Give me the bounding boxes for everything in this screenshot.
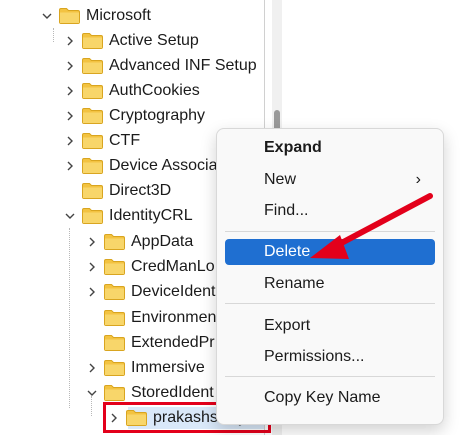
menu-separator	[225, 303, 435, 304]
chevron-right-icon[interactable]	[63, 79, 77, 103]
tree-item-label: Direct3D	[109, 182, 172, 199]
folder-icon	[82, 208, 103, 224]
chevron-right-icon[interactable]	[85, 255, 99, 279]
tree-item-label: AuthCookies	[109, 82, 200, 99]
folder-icon	[82, 108, 103, 124]
tree-item-label: DeviceIdent	[131, 283, 216, 300]
submenu-arrow-icon: ›	[415, 171, 421, 188]
tree-item-authcookies[interactable]: AuthCookies	[63, 79, 200, 103]
tree-item-label: Active Setup	[109, 32, 199, 49]
tree-guide	[69, 228, 70, 408]
tree-item-identitycrl[interactable]: IdentityCRL	[63, 204, 193, 228]
chevron-right-icon[interactable]	[63, 154, 77, 178]
menu-item-copy-key-name[interactable]: Copy Key Name	[225, 385, 435, 411]
chevron-down-icon[interactable]	[85, 381, 99, 405]
tree-item-label: ExtendedPr	[131, 334, 215, 351]
menu-item-label: Delete	[264, 243, 311, 260]
tree-item-immersive[interactable]: Immersive	[85, 356, 205, 380]
tree-guide	[53, 28, 54, 42]
tree-item-extendedproperties[interactable]: ExtendedPr	[85, 331, 215, 355]
menu-item-label: Rename	[264, 275, 325, 292]
folder-icon	[104, 234, 125, 250]
tree-item-advanced-inf-setup[interactable]: Advanced INF Setup	[63, 54, 257, 78]
folder-icon	[104, 284, 125, 300]
tree-item-label: Advanced INF Setup	[109, 57, 257, 74]
folder-icon	[104, 385, 125, 401]
chevron-down-icon[interactable]	[40, 4, 54, 28]
tree-item-label: AppData	[131, 233, 194, 250]
chevron-right-icon[interactable]	[63, 104, 77, 128]
chevron-right-icon[interactable]	[63, 129, 77, 153]
menu-item-find[interactable]: Find...	[225, 198, 435, 224]
tree-item-label: Microsoft	[86, 7, 151, 24]
tree-item-label: Cryptography	[109, 107, 206, 124]
tree-item-label: Environmen	[131, 309, 217, 326]
tree-item-active-setup[interactable]: Active Setup	[63, 29, 199, 53]
menu-separator	[225, 376, 435, 377]
menu-item-permissions[interactable]: Permissions...	[225, 344, 435, 370]
tree-item-label: Device Associa	[109, 157, 218, 174]
menu-item-rename[interactable]: Rename	[225, 271, 435, 297]
folder-icon	[82, 83, 103, 99]
chevron-down-icon[interactable]	[63, 204, 77, 228]
menu-item-delete[interactable]: Delete	[225, 239, 435, 265]
chevron-right-icon[interactable]	[63, 54, 77, 78]
folder-icon	[82, 158, 103, 174]
menu-item-label: Export	[264, 317, 311, 334]
tree-item-microsoft[interactable]: Microsoft	[40, 4, 151, 28]
menu-item-export[interactable]: Export	[225, 313, 435, 339]
chevron-right-icon[interactable]	[85, 230, 99, 254]
folder-icon	[104, 360, 125, 376]
menu-item-label: Find...	[264, 202, 309, 219]
tree-item-deviceidentities[interactable]: DeviceIdent	[85, 280, 216, 304]
folder-icon	[104, 335, 125, 351]
menu-item-label: New	[264, 171, 297, 188]
tree-item-cryptography[interactable]: Cryptography	[63, 104, 205, 128]
tree-item-device-association[interactable]: Device Associa	[63, 154, 218, 178]
menu-item-expand[interactable]: Expand	[225, 135, 435, 161]
tree-item-environment[interactable]: Environmen	[85, 306, 216, 330]
tree-item-credmanlogon[interactable]: CredManLo	[85, 255, 215, 279]
menu-item-label: Expand	[264, 139, 322, 156]
tree-item-direct3d[interactable]: Direct3D	[63, 179, 171, 203]
tree-item-label: CTF	[109, 132, 141, 149]
chevron-right-icon[interactable]	[85, 280, 99, 304]
tree-item-label: CredManLo	[131, 258, 215, 275]
folder-icon	[82, 58, 103, 74]
tree-item-label: StoredIdent	[131, 384, 214, 401]
folder-icon	[104, 310, 125, 326]
folder-icon	[104, 259, 125, 275]
menu-separator	[225, 231, 435, 232]
folder-icon	[82, 33, 103, 49]
tree-item-appdata[interactable]: AppData	[85, 230, 193, 254]
tree-item-ctf[interactable]: CTF	[63, 129, 140, 153]
tree-item-label: IdentityCRL	[109, 207, 193, 224]
chevron-right-icon[interactable]	[63, 29, 77, 53]
folder-icon	[82, 183, 103, 199]
folder-icon	[59, 8, 80, 24]
chevron-right-icon[interactable]	[85, 356, 99, 380]
context-menu: Expand New › Find... Delete Rename Expor…	[216, 128, 444, 425]
menu-item-new[interactable]: New ›	[225, 167, 435, 193]
folder-icon	[82, 133, 103, 149]
tree-item-label: Immersive	[131, 359, 205, 376]
menu-item-label: Copy Key Name	[264, 389, 381, 406]
menu-item-label: Permissions...	[264, 348, 365, 365]
